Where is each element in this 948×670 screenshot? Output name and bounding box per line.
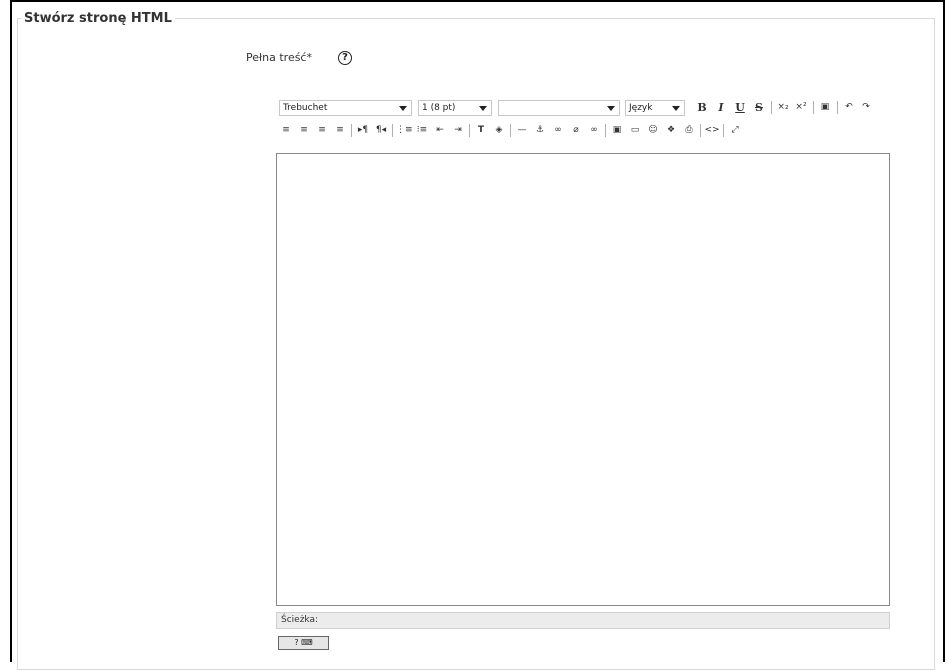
rtl-button[interactable]: ¶◂ [373, 122, 389, 139]
bold-button[interactable]: B [694, 99, 710, 116]
unlink-button[interactable]: ⌀ [568, 122, 584, 139]
indent-button[interactable]: ⇥ [450, 122, 466, 139]
font-family-select[interactable]: Trebuchet [279, 100, 412, 116]
toolbar-separator [771, 101, 772, 114]
insert-image-button[interactable]: ▣ [609, 122, 625, 139]
toolbar-separator [392, 124, 393, 137]
toolbar-separator [351, 124, 352, 137]
toolbar-separator [723, 124, 724, 137]
unordered-list-button[interactable]: ⁝≡ [414, 122, 430, 139]
toolbar-separator [837, 101, 838, 114]
font-size-select[interactable]: 1 (8 pt) [418, 100, 492, 116]
path-statusbar: Ścieżka: [276, 612, 890, 629]
content-field-label: Pełna treść* [246, 51, 312, 64]
special-char-button[interactable]: ❖ [663, 122, 679, 139]
window-frame-right [943, 0, 945, 662]
font-family-value: Trebuchet [283, 103, 328, 113]
superscript-button[interactable]: ×² [793, 99, 809, 116]
italic-button[interactable]: I [713, 99, 729, 116]
paste-word-button[interactable]: ▣ [817, 99, 833, 116]
language-select[interactable]: Język [625, 100, 685, 116]
font-size-value: 1 (8 pt) [422, 103, 456, 113]
path-label: Ścieżka: [281, 615, 319, 625]
subscript-button[interactable]: ×₂ [775, 99, 791, 116]
outdent-button[interactable]: ⇤ [432, 122, 448, 139]
align-justify-button[interactable]: ≡ [332, 122, 348, 139]
editor-content-area[interactable] [276, 153, 890, 606]
horizontal-rule-button[interactable]: — [514, 122, 530, 139]
language-value: Język [629, 103, 653, 113]
heading-select[interactable] [498, 100, 620, 116]
background-color-button[interactable]: ◈ [491, 122, 507, 139]
toolbar-row-1: Trebuchet 1 (8 pt) Język B I U S ×₂ ×² ▣… [276, 98, 936, 118]
chevron-down-icon [607, 106, 615, 111]
text-color-button[interactable]: T [473, 122, 489, 139]
underline-button[interactable]: U [732, 99, 748, 116]
keyboard-icon: ⌨ [301, 638, 313, 647]
editor-help-button[interactable]: ? ⌨ [278, 636, 329, 650]
chevron-down-icon [399, 106, 407, 111]
redo-button[interactable]: ↷ [858, 99, 874, 116]
help-button-label: ? [294, 638, 299, 647]
toolbar-row-2: ≡ ≡ ≡ ≡ ▸¶ ¶◂ ⋮≡ ⁝≡ ⇤ ⇥ T ◈ — ⚓ ∞ ⌀ ∞ ▣ … [276, 121, 936, 141]
toolbar-separator [700, 124, 701, 137]
anchor-button[interactable]: ⚓ [532, 122, 548, 139]
ordered-list-button[interactable]: ⋮≡ [396, 122, 413, 139]
toolbar-separator [469, 124, 470, 137]
align-center-button[interactable]: ≡ [296, 122, 312, 139]
search-replace-button[interactable]: ⎙ [681, 122, 697, 139]
undo-button[interactable]: ↶ [841, 99, 857, 116]
fieldset-legend: Stwórz stronę HTML [21, 10, 175, 28]
html-source-button[interactable]: <> [704, 122, 720, 139]
link-object-button[interactable]: ∞ [586, 122, 602, 139]
help-icon[interactable]: ? [338, 51, 352, 65]
insert-table-button[interactable]: ▭ [627, 122, 643, 139]
insert-smiley-button[interactable]: ☺ [645, 122, 661, 139]
toolbar-separator [605, 124, 606, 137]
ltr-button[interactable]: ▸¶ [355, 122, 371, 139]
toolbar-separator [813, 101, 814, 114]
chevron-down-icon [672, 106, 680, 111]
align-right-button[interactable]: ≡ [314, 122, 330, 139]
fullscreen-button[interactable]: ⤢ [727, 122, 743, 139]
align-left-button[interactable]: ≡ [278, 122, 294, 139]
chevron-down-icon [479, 106, 487, 111]
strikethrough-button[interactable]: S [751, 99, 767, 116]
window-frame-left [10, 0, 12, 662]
window-frame-top [10, 0, 945, 2]
toolbar-separator [510, 124, 511, 137]
editor-toolbar: Trebuchet 1 (8 pt) Język B I U S ×₂ ×² ▣… [276, 90, 936, 155]
link-button[interactable]: ∞ [550, 122, 566, 139]
